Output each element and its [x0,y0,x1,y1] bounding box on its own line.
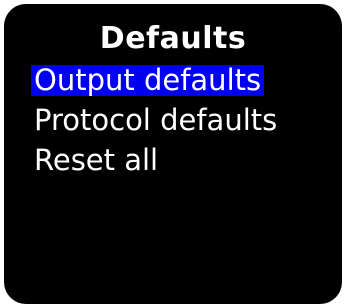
menu-list-item: Reset all [31,145,280,185]
defaults-menu: Output defaults Protocol defaults Reset … [31,65,280,185]
menu-item-output-defaults[interactable]: Output defaults [31,65,265,96]
menu-item-protocol-defaults[interactable]: Protocol defaults [31,105,280,136]
menu-item-reset-all[interactable]: Reset all [31,145,280,176]
device-screen: Defaults Output defaults Protocol defaul… [4,4,342,304]
menu-list-item: Protocol defaults [31,105,280,145]
menu-list-item: Output defaults [31,65,280,105]
menu-title: Defaults [99,21,247,56]
